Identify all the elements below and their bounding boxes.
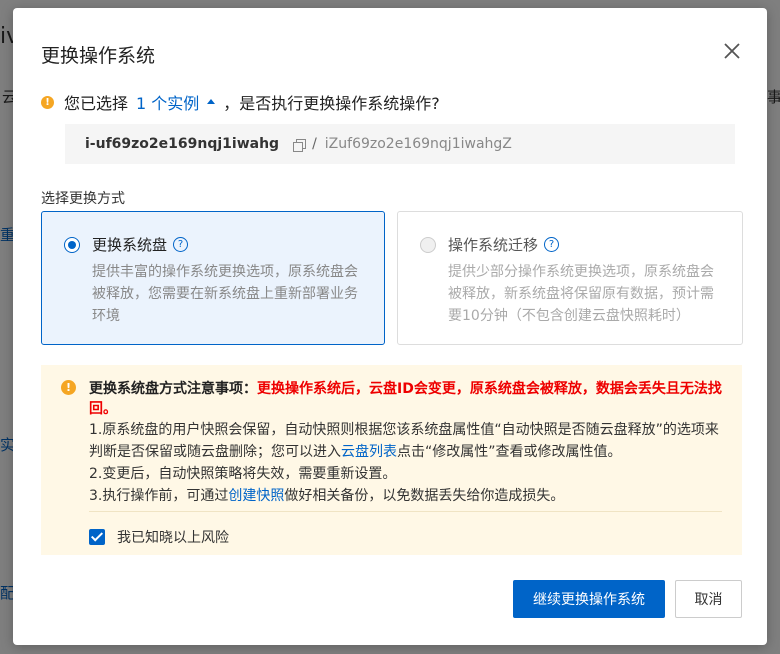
notice-heading-prefix: 更换系统盘方式注意事项： [89, 381, 257, 397]
disk-list-link[interactable]: 云盘列表 [341, 444, 397, 460]
radio-dot [68, 240, 76, 249]
notice-line-1: 1.原系统盘的用户快照会保留，自动快照则根据您该系统盘属性值“自动快照是否随云盘… [89, 419, 722, 463]
method-label: 选择更换方式 [41, 191, 125, 207]
warning-icon: ! [41, 95, 54, 109]
instance-id: i-uf69zo2e169nqj1iwahg [85, 136, 280, 152]
option-title: 操作系统迁移 [448, 236, 539, 254]
ack-label: 我已知晓以上风险 [117, 530, 229, 546]
option-header: 操作系统迁移 ? [420, 234, 720, 255]
caret-up-icon[interactable] [207, 98, 216, 104]
instance-name: iZuf69zo2e169nqj1iwahgZ [324, 136, 512, 152]
notice-text: 点击“修改属性”查看或修改属性值。 [397, 444, 622, 460]
ack-checkbox[interactable] [89, 529, 105, 545]
continue-button[interactable]: 继续更换操作系统 [513, 580, 665, 618]
help-icon[interactable]: ? [544, 237, 560, 252]
option-title: 更换系统盘 [92, 236, 168, 254]
notice-text: 做好相关备份，以免数据丢失给你造成损失。 [284, 488, 565, 504]
option-os-migration[interactable]: 操作系统迁移 ? 提供少部分操作系统更换选项，原系统盘会被释放，新系统盘将保留原… [397, 211, 743, 345]
close-icon[interactable] [723, 42, 741, 60]
selection-suffix: ，是否执行更换操作系统操作? [223, 94, 440, 113]
warning-icon: ! [61, 380, 76, 395]
selection-prefix: 您已选择 [64, 94, 129, 113]
create-snapshot-link[interactable]: 创建快照 [228, 488, 284, 504]
change-os-dialog: 更换操作系统 ! 您已选择 1 个实例 ，是否执行更换操作系统操作? i-uf6… [13, 8, 767, 645]
option-replace-system-disk[interactable]: 更换系统盘 ? 提供丰富的操作系统更换选项，原系统盘会被释放，您需要在新系统盘上… [41, 211, 385, 345]
instance-list: i-uf69zo2e169nqj1iwahg / iZuf69zo2e169nq… [65, 124, 735, 164]
cancel-button[interactable]: 取消 [675, 580, 742, 618]
notice-text: 3.执行操作前，可通过 [89, 488, 229, 504]
help-icon[interactable]: ? [173, 237, 189, 252]
selection-info: ! 您已选择 1 个实例 ，是否执行更换操作系统操作? [41, 90, 440, 114]
option-description: 提供少部分操作系统更换选项，原系统盘会被释放，新系统盘将保留原有数据，预计需要1… [448, 264, 714, 324]
notice-line-3: 3.执行操作前，可通过创建快照做好相关备份，以免数据丢失给你造成损失。 [89, 485, 722, 507]
notice-line-2: 2.变更后，自动快照策略将失效，需要重新设置。 [89, 466, 397, 482]
notice-heading: 更换系统盘方式注意事项：更换操作系统后，云盘ID会变更，原系统盘会被释放，数据会… [89, 379, 722, 419]
selected-instances-link[interactable]: 1 个实例 [136, 90, 199, 114]
radio-selected[interactable] [64, 236, 80, 253]
divider [89, 511, 722, 512]
radio-unselected[interactable] [420, 236, 436, 253]
dialog-title: 更换操作系统 [41, 45, 156, 67]
option-description: 提供丰富的操作系统更换选项，原系统盘会被释放，您需要在新系统盘上重新部署业务环境 [92, 264, 358, 324]
option-header: 更换系统盘 ? [64, 234, 362, 255]
risk-acknowledge[interactable]: 我已知晓以上风险 [89, 527, 229, 547]
notice-panel: ! 更换系统盘方式注意事项：更换操作系统后，云盘ID会变更，原系统盘会被释放，数… [41, 365, 742, 555]
copy-icon[interactable] [293, 138, 307, 152]
instance-separator: / [312, 136, 317, 152]
